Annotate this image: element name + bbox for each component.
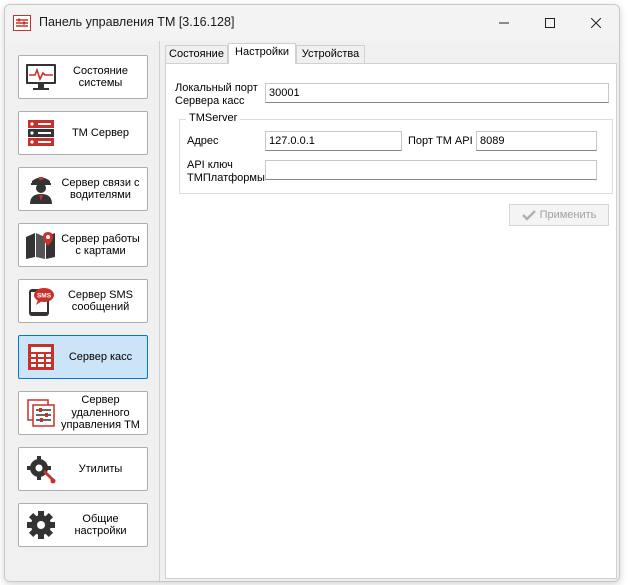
apply-button[interactable]: Применить xyxy=(509,204,609,226)
maximize-button[interactable] xyxy=(527,5,573,41)
main-window: Панель управления ТМ [3.16.128] Состояни… xyxy=(4,4,620,582)
title-bar: Панель управления ТМ [3.16.128] xyxy=(5,5,619,41)
api-key-label: API ключ ТМПлатформы xyxy=(187,159,265,184)
map-pin-icon xyxy=(24,228,58,262)
checkmark-icon xyxy=(521,210,536,221)
driver-icon xyxy=(24,172,58,206)
close-button[interactable] xyxy=(573,5,619,41)
address-field[interactable]: 127.0.0.1 xyxy=(265,131,402,151)
tm-api-port-field[interactable]: 8089 xyxy=(476,131,597,151)
sms-phone-icon: SMS xyxy=(24,284,58,318)
sidebar-item-label: Сервер работы с картами xyxy=(61,232,140,258)
wrench-gear-icon xyxy=(24,452,58,486)
maximize-icon xyxy=(545,18,555,28)
apply-label: Применить xyxy=(539,209,597,221)
sidebar-item-map-server[interactable]: Сервер работы с картами xyxy=(18,223,148,267)
minimize-icon xyxy=(499,22,509,24)
sidebar-item-sms-server[interactable]: SMS Сервер SMS сообщений xyxy=(18,279,148,323)
tab-settings[interactable]: Настройки xyxy=(228,43,296,64)
group-title: TMServer xyxy=(186,112,241,124)
cash-register-icon xyxy=(24,340,58,374)
sidebar-item-tm-server[interactable]: ТМ Сервер xyxy=(18,111,148,155)
gear-icon xyxy=(24,508,58,542)
sidebar-item-label: Утилиты xyxy=(78,462,123,475)
sidebar: Состояние системы ТМ Сервер Сервер связи… xyxy=(5,41,160,581)
sidebar-item-driver-server[interactable]: Сервер связи с водителями xyxy=(18,167,148,211)
sidebar-item-label: Сервер касс xyxy=(68,350,133,363)
sidebar-item-label: ТМ Сервер xyxy=(71,126,130,139)
sidebar-item-remote-control[interactable]: Сервер удаленного управления ТМ xyxy=(18,391,148,435)
server-rack-icon xyxy=(24,116,58,150)
sidebar-item-general-settings[interactable]: Общие настройки xyxy=(18,503,148,547)
local-port-label: Локальный порт Сервера касс xyxy=(175,82,258,107)
sidebar-item-label: Общие настройки xyxy=(74,512,127,538)
close-icon xyxy=(591,18,601,28)
minimize-button[interactable] xyxy=(481,5,527,41)
api-key-field[interactable] xyxy=(265,160,597,180)
sidebar-item-label: Состояние системы xyxy=(73,64,128,90)
tm-api-port-label: Порт ТМ API xyxy=(408,135,473,147)
sidebar-item-cash-server[interactable]: Сервер касс xyxy=(18,335,148,379)
address-label: Адрес xyxy=(187,135,219,147)
tab-status[interactable]: Состояние xyxy=(165,45,228,63)
local-port-field[interactable]: 30001 xyxy=(265,83,609,103)
tab-devices[interactable]: Устройства xyxy=(296,45,365,63)
settings-panel: Локальный порт Сервера касс 30001 TMServ… xyxy=(165,63,617,579)
sidebar-item-system-status[interactable]: Состояние системы xyxy=(18,55,148,99)
sidebar-item-label: Сервер удаленного управления ТМ xyxy=(61,394,140,432)
window-title: Панель управления ТМ [3.16.128] xyxy=(39,15,235,29)
monitor-pulse-icon xyxy=(24,60,58,94)
sidebar-item-utilities[interactable]: Утилиты xyxy=(18,447,148,491)
sidebar-item-label: Сервер связи с водителями xyxy=(61,176,140,202)
svg-text:SMS: SMS xyxy=(37,293,52,300)
remote-control-icon xyxy=(24,396,58,430)
sidebar-item-label: Сервер SMS сообщений xyxy=(67,288,134,314)
app-icon xyxy=(13,15,31,31)
